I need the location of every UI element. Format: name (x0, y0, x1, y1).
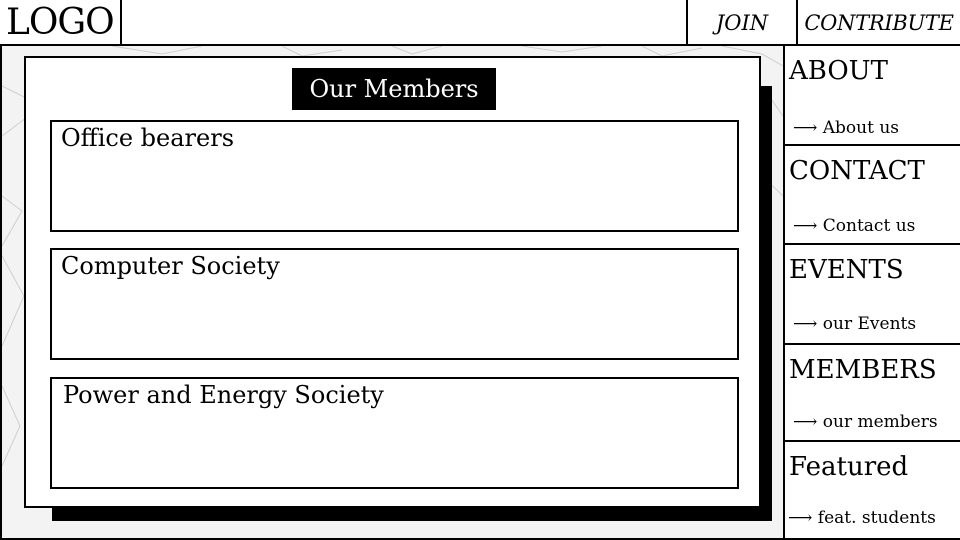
header-spacer (122, 0, 686, 46)
sidebar-item-events[interactable]: EVENTS ⟶ our Events (785, 245, 960, 345)
sidebar-item-title: ABOUT (789, 56, 888, 86)
page-title: Our Members (292, 68, 496, 110)
sidebar-link-our-members[interactable]: ⟶ our members (793, 412, 938, 432)
section-label: Office bearers (61, 124, 235, 152)
join-link[interactable]: JOIN (686, 0, 798, 46)
logo[interactable]: LOGO (0, 0, 122, 46)
sidebar-item-members[interactable]: MEMBERS ⟶ our members (785, 345, 960, 442)
contribute-link[interactable]: CONTRIBUTE (798, 0, 960, 46)
sidebar-link-contact-us[interactable]: ⟶ Contact us (793, 216, 915, 236)
section-office-bearers[interactable]: Office bearers (50, 120, 739, 232)
sidebar-item-title: Featured (789, 452, 909, 482)
sidebar-item-contact[interactable]: CONTACT ⟶ Contact us (785, 146, 960, 245)
right-sidebar: ABOUT ⟶ About us CONTACT ⟶ Contact us EV… (783, 46, 960, 540)
members-card: Our Members Office bearers Computer Soci… (24, 56, 761, 508)
sidebar-item-title: EVENTS (789, 255, 904, 285)
section-computer-society[interactable]: Computer Society (50, 248, 739, 360)
section-power-energy-society[interactable]: Power and Energy Society (50, 377, 739, 489)
sidebar-link-about-us[interactable]: ⟶ About us (793, 118, 899, 138)
sidebar-item-about[interactable]: ABOUT ⟶ About us (785, 46, 960, 146)
sidebar-link-our-events[interactable]: ⟶ our Events (793, 314, 916, 334)
section-label: Power and Energy Society (63, 381, 384, 409)
sidebar-item-title: MEMBERS (789, 355, 937, 385)
top-header: LOGO JOIN CONTRIBUTE (0, 0, 960, 46)
sidebar-item-featured[interactable]: Featured ⟶ feat. students (785, 442, 960, 540)
sidebar-item-title: CONTACT (789, 156, 925, 186)
section-label: Computer Society (61, 252, 280, 280)
sidebar-link-featured-students[interactable]: ⟶ feat. students (788, 508, 936, 528)
